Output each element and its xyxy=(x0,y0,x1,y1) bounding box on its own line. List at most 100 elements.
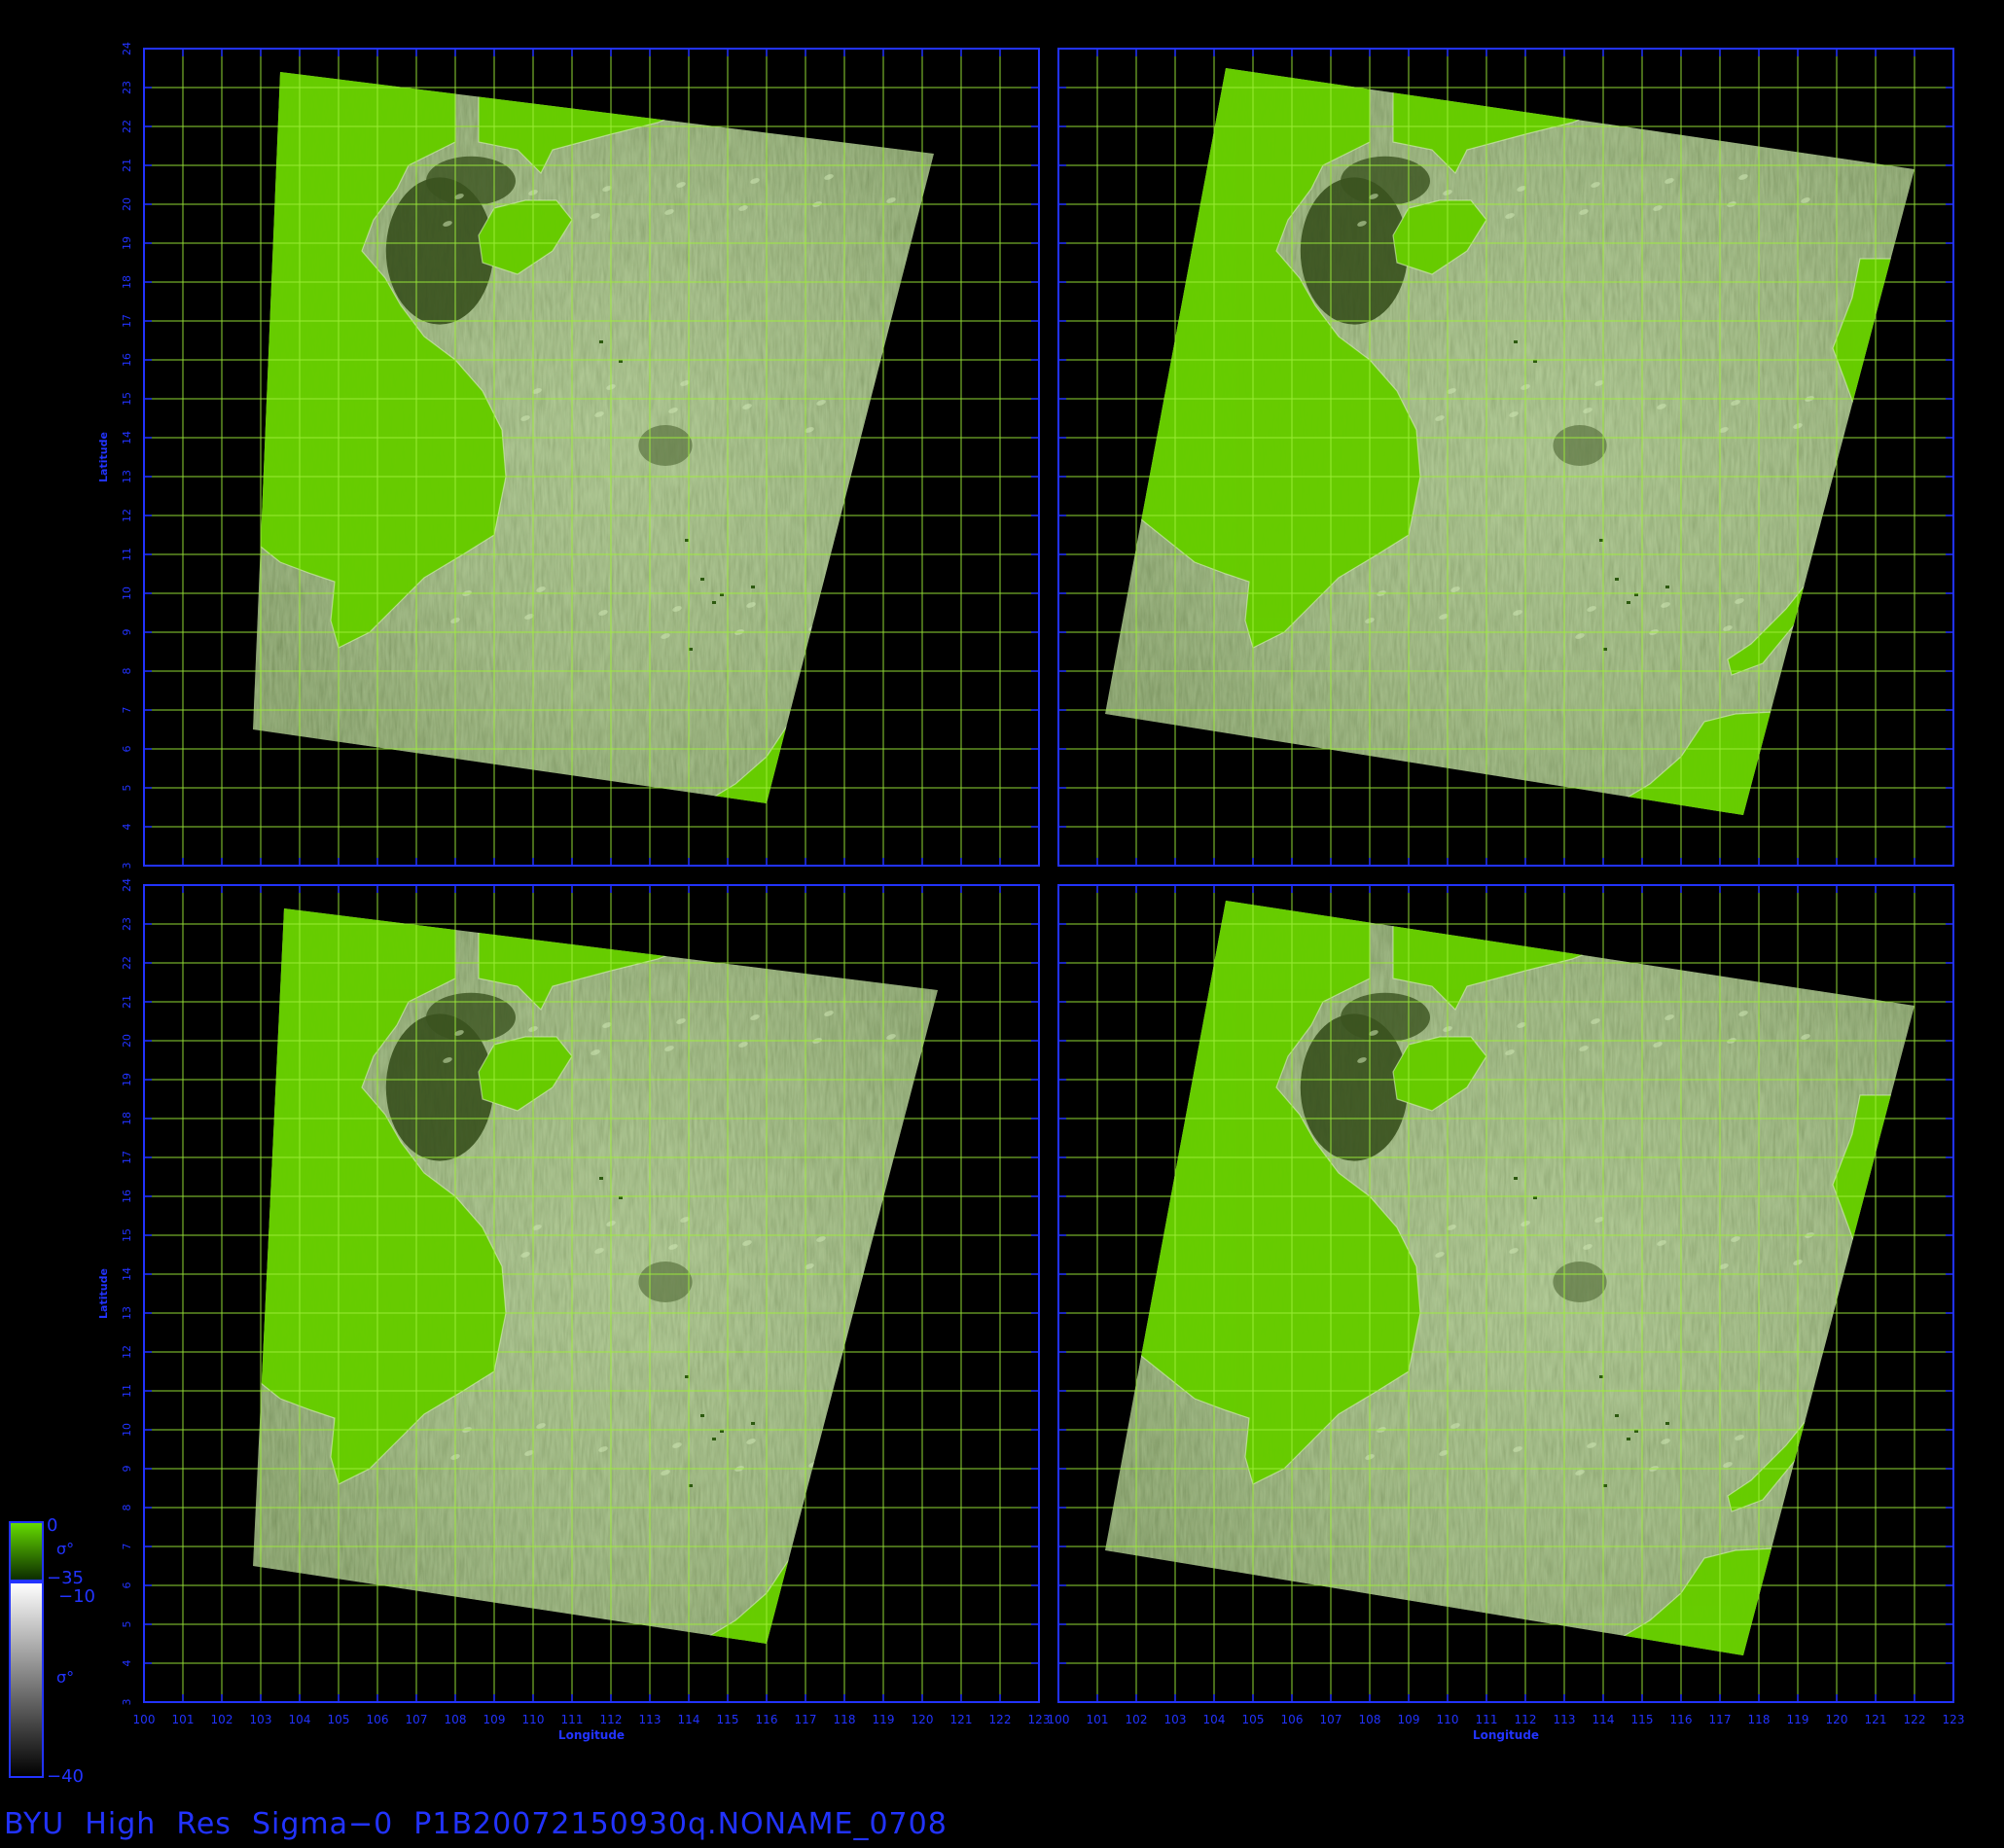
lat-tick-label: 7 xyxy=(121,707,133,714)
lon-tick-label: 115 xyxy=(1631,1713,1654,1726)
lon-tick-label: 121 xyxy=(950,1713,973,1726)
lat-tick-label: 14 xyxy=(121,431,133,444)
colorbar: 0 σ° −35−10 σ° −40 xyxy=(9,1515,95,1787)
panel-top-right xyxy=(1057,48,1954,867)
lat-tick-label: 3 xyxy=(121,863,133,870)
lat-tick-label: 9 xyxy=(121,1466,133,1473)
y-axis-label: Latitude xyxy=(97,1268,110,1319)
lat-tick-label: 11 xyxy=(121,548,133,561)
lon-tick-label: 101 xyxy=(1087,1713,1109,1726)
lon-tick-label: 122 xyxy=(989,1713,1012,1726)
lat-tick-label: 6 xyxy=(121,746,133,753)
lat-tick-label: 23 xyxy=(121,917,133,931)
colorbar-ocean-min: −40 xyxy=(47,1766,84,1787)
lon-tick-label: 120 xyxy=(912,1713,934,1726)
lat-tick-label: 12 xyxy=(121,509,133,522)
lon-tick-label: 120 xyxy=(1826,1713,1848,1726)
lon-tick-label: 103 xyxy=(250,1713,272,1726)
lon-tick-label: 118 xyxy=(834,1713,856,1726)
lon-tick-label: 105 xyxy=(328,1713,350,1726)
lat-tick-label: 23 xyxy=(121,81,133,94)
lat-tick-label: 19 xyxy=(121,1073,133,1086)
lon-tick-label: 104 xyxy=(1203,1713,1226,1726)
lon-tick-label: 119 xyxy=(1787,1713,1809,1726)
colorbar-ocean-symbol: σ° xyxy=(56,1668,74,1687)
lat-tick-label: 12 xyxy=(121,1345,133,1359)
lat-tick-label: 19 xyxy=(121,236,133,250)
lon-tick-label: 106 xyxy=(1281,1713,1304,1726)
lon-tick-label: 109 xyxy=(1398,1713,1420,1726)
y-axis-label: Latitude xyxy=(97,432,110,482)
lat-tick-label: 16 xyxy=(121,353,133,367)
lat-tick-label: 14 xyxy=(121,1267,133,1281)
lat-tick-label: 17 xyxy=(121,314,133,328)
lon-tick-label: 118 xyxy=(1748,1713,1771,1726)
lon-tick-label: 113 xyxy=(1554,1713,1576,1726)
lon-tick-label: 105 xyxy=(1242,1713,1265,1726)
lat-tick-label: 10 xyxy=(121,1423,133,1437)
lon-tick-label: 115 xyxy=(717,1713,739,1726)
lon-tick-label: 114 xyxy=(678,1713,700,1726)
lon-tick-label: 102 xyxy=(1126,1713,1148,1726)
colorbar-land-min: −35 xyxy=(47,1568,84,1588)
lat-tick-label: 18 xyxy=(121,1112,133,1125)
lat-tick-label: 8 xyxy=(121,668,133,675)
lon-tick-label: 104 xyxy=(289,1713,311,1726)
x-axis-label: Longitude xyxy=(1473,1728,1539,1742)
panel-bottom-left: 3456789101112131415161718192021222324Lat… xyxy=(97,878,1050,1742)
lon-tick-label: 107 xyxy=(406,1713,428,1726)
lon-tick-label: 116 xyxy=(756,1713,778,1726)
panel-bottom-right: 100 101 102 103 104 105 106 107 108 109 110 111 112 1… xyxy=(1048,884,1965,1742)
lon-tick-label: 114 xyxy=(1592,1713,1615,1726)
lon-tick-label: 108 xyxy=(1359,1713,1381,1726)
lat-tick-label: 3 xyxy=(121,1699,133,1706)
lon-tick-label: 113 xyxy=(639,1713,662,1726)
lat-tick-label: 22 xyxy=(121,120,133,133)
lat-tick-label: 20 xyxy=(121,1034,133,1048)
lon-tick-label: 111 xyxy=(1476,1713,1498,1726)
figure-title: BYU High Res Sigma−0 P1B20072150930q.NON… xyxy=(4,1807,948,1841)
lat-tick-label: 22 xyxy=(121,956,133,970)
lon-tick-label: 112 xyxy=(600,1713,623,1726)
colorbar-land xyxy=(9,1521,44,1581)
lat-tick-label: 4 xyxy=(121,1660,133,1667)
lat-tick-label: 7 xyxy=(121,1544,133,1550)
lon-tick-label: 109 xyxy=(483,1713,506,1726)
lat-tick-label: 18 xyxy=(121,275,133,289)
colorbar-ocean xyxy=(9,1581,44,1778)
lat-tick-label: 24 xyxy=(121,42,133,55)
lat-tick-label: 13 xyxy=(121,1306,133,1320)
lat-tick-label: 21 xyxy=(121,159,133,172)
lon-tick-label: 106 xyxy=(367,1713,389,1726)
lon-tick-label: 110 xyxy=(522,1713,545,1726)
lon-tick-label: 122 xyxy=(1904,1713,1926,1726)
lon-tick-label: 119 xyxy=(873,1713,895,1726)
lon-tick-label: 121 xyxy=(1865,1713,1887,1726)
lat-tick-label: 15 xyxy=(121,392,133,406)
lon-tick-label: 103 xyxy=(1164,1713,1187,1726)
lon-tick-label: 111 xyxy=(561,1713,584,1726)
lat-tick-label: 13 xyxy=(121,470,133,483)
lon-tick-label: 100 xyxy=(133,1713,156,1726)
lon-tick-label: 117 xyxy=(1709,1713,1732,1726)
lat-tick-label: 20 xyxy=(121,197,133,211)
lat-tick-label: 5 xyxy=(121,1621,133,1628)
lon-tick-label: 112 xyxy=(1515,1713,1537,1726)
lat-tick-label: 5 xyxy=(121,785,133,792)
lat-tick-label: 8 xyxy=(121,1505,133,1511)
lon-tick-label: 102 xyxy=(211,1713,233,1726)
lon-tick-label: 123 xyxy=(1943,1713,1965,1726)
sigma0-map-figure: 3456789101112131415161718192021222324Lat… xyxy=(9,42,1965,1787)
lon-tick-label: 101 xyxy=(172,1713,195,1726)
colorbar-ocean-max: −10 xyxy=(58,1586,95,1607)
x-axis-label: Longitude xyxy=(558,1728,625,1742)
lat-tick-label: 10 xyxy=(121,586,133,600)
lat-tick-label: 16 xyxy=(121,1190,133,1203)
lat-tick-label: 11 xyxy=(121,1384,133,1398)
lat-tick-label: 4 xyxy=(121,824,133,831)
lon-tick-label: 108 xyxy=(445,1713,467,1726)
lat-tick-label: 6 xyxy=(121,1582,133,1589)
lon-tick-label: 110 xyxy=(1437,1713,1459,1726)
lat-tick-label: 15 xyxy=(121,1228,133,1242)
lat-tick-label: 24 xyxy=(121,878,133,892)
